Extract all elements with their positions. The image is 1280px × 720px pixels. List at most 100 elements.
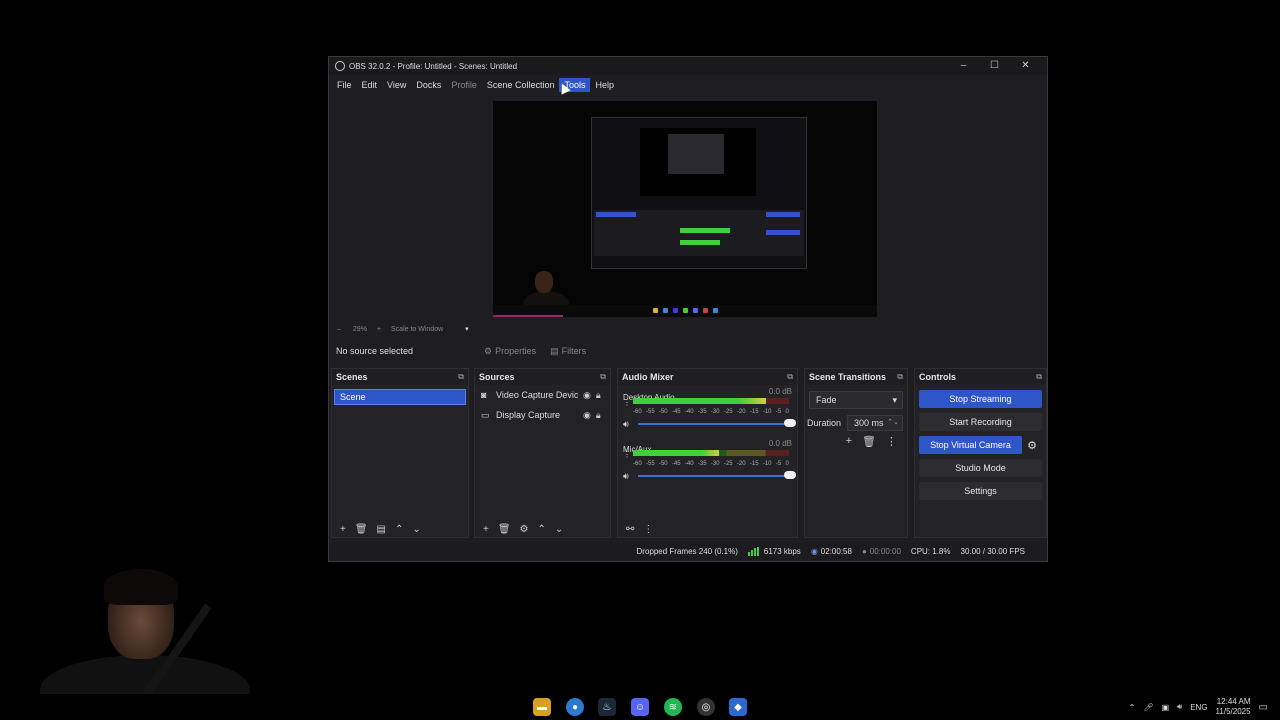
mixer-channel-desktop: Desktop Audio 0.0 dB ⋮ -60-55-50-45-40-3… bbox=[618, 385, 797, 437]
filters-button[interactable]: ▤ Filters bbox=[550, 346, 586, 357]
chrome-icon[interactable]: ● bbox=[566, 698, 584, 716]
person-hair bbox=[104, 569, 178, 605]
controls-dock: Controls ⧉ Stop Streaming Start Recordin… bbox=[914, 368, 1047, 538]
undock-icon[interactable]: ⧉ bbox=[1036, 372, 1042, 382]
undock-icon[interactable]: ⧉ bbox=[600, 372, 606, 382]
menu-docks[interactable]: Docks bbox=[411, 78, 446, 92]
speaker-icon[interactable]: 🔊︎ bbox=[623, 471, 629, 482]
scene-item[interactable]: Scene bbox=[334, 389, 466, 405]
speaker-icon[interactable]: 🔊︎ bbox=[623, 419, 629, 430]
filters-label: Filters bbox=[561, 346, 587, 356]
channel-menu-icon[interactable]: ⋮ bbox=[623, 398, 631, 407]
gear-icon[interactable]: ⚙ bbox=[520, 524, 529, 535]
spotify-icon[interactable]: ≋ bbox=[664, 698, 682, 716]
menu-edit[interactable]: Edit bbox=[357, 78, 383, 92]
filter-icon[interactable]: ▤ bbox=[377, 524, 386, 535]
properties-button[interactable]: ⚙ Properties bbox=[484, 346, 536, 357]
meter-ticks: -60 -55 -50 -45 -40 -35 -30 -25 -20 -15 -10 -5 0 bbox=[633, 409, 789, 415]
undock-icon[interactable]: ⧉ bbox=[787, 372, 793, 382]
menu-scene-collection[interactable]: Scene Collection bbox=[482, 78, 560, 92]
lock-icon[interactable]: 🔒︎ bbox=[596, 390, 601, 401]
stop-virtual-camera-button[interactable]: Stop Virtual Camera bbox=[919, 436, 1022, 454]
add-icon[interactable]: + bbox=[340, 524, 346, 535]
camera-icon: ◙ bbox=[481, 390, 487, 400]
eye-icon[interactable]: ◉ bbox=[583, 410, 591, 421]
trash-icon[interactable]: 🗑︎ bbox=[498, 524, 511, 535]
source-row[interactable]: ▭ Display Capture ◉ 🔒︎ bbox=[475, 405, 610, 425]
settings-button[interactable]: Settings bbox=[919, 482, 1042, 500]
window-controls: – ☐ ✕ bbox=[948, 57, 1041, 74]
add-transition-icon[interactable]: + bbox=[846, 435, 852, 448]
clock[interactable]: 12:44 AM 11/5/2025 bbox=[1216, 697, 1251, 717]
volume-slider[interactable] bbox=[638, 423, 788, 425]
gear-icon[interactable]: ⚙ bbox=[1022, 439, 1042, 452]
source-row[interactable]: ◙ Video Capture Devic ◉ 🔒︎ bbox=[475, 385, 610, 405]
notification-icon[interactable]: ▭ bbox=[1259, 702, 1268, 713]
chevron-up-icon[interactable]: ⌃ bbox=[1129, 703, 1136, 712]
move-up-icon[interactable]: ⌃ bbox=[395, 524, 403, 535]
obs-taskbar-icon[interactable]: ◎ bbox=[697, 698, 715, 716]
menu-file[interactable]: File bbox=[332, 78, 357, 92]
menu-view[interactable]: View bbox=[382, 78, 411, 92]
lock-icon[interactable]: 🔒︎ bbox=[596, 410, 601, 421]
preview-canvas[interactable] bbox=[493, 101, 877, 317]
maximize-button[interactable]: ☐ bbox=[979, 57, 1010, 74]
steam-icon[interactable]: ♨ bbox=[598, 698, 616, 716]
menu-profile[interactable]: Profile bbox=[446, 78, 482, 92]
undock-icon[interactable]: ⧉ bbox=[458, 372, 464, 382]
signal-icon bbox=[747, 546, 760, 556]
trash-icon[interactable]: 🗑︎ bbox=[355, 524, 368, 535]
move-down-icon[interactable]: ⌄ bbox=[412, 524, 420, 535]
nested-screen-capture bbox=[591, 117, 807, 269]
channel-menu-icon[interactable]: ⋮ bbox=[623, 450, 631, 459]
monitor-icon: ▭ bbox=[481, 409, 490, 420]
menu-help[interactable]: Help bbox=[590, 78, 619, 92]
minimize-button[interactable]: – bbox=[948, 57, 979, 74]
advanced-audio-icon[interactable]: ⚯ bbox=[626, 524, 634, 535]
studio-mode-button[interactable]: Studio Mode bbox=[919, 459, 1042, 477]
volume-slider-knob[interactable] bbox=[784, 471, 796, 479]
move-up-icon[interactable]: ⌃ bbox=[538, 524, 546, 535]
stop-streaming-button[interactable]: Stop Streaming bbox=[919, 390, 1042, 408]
network-icon[interactable]: ▣ bbox=[1162, 703, 1170, 712]
virtual-camera-row: Stop Virtual Camera ⚙ bbox=[919, 436, 1042, 454]
microphone-icon[interactable]: 🎤︎ bbox=[1143, 703, 1153, 712]
zoom-mode[interactable]: Scale to Window bbox=[391, 326, 443, 333]
volume-slider-knob[interactable] bbox=[784, 419, 796, 427]
discord-icon[interactable]: ☺ bbox=[631, 698, 649, 716]
transitions-title: Scene Transitions bbox=[809, 372, 887, 382]
close-button[interactable]: ✕ bbox=[1010, 57, 1041, 74]
mixer-header: Audio Mixer ⧉ bbox=[618, 369, 797, 385]
zoom-mode-dropdown-icon[interactable]: ▾ bbox=[465, 325, 469, 333]
scenes-title: Scenes bbox=[336, 372, 368, 382]
transition-buttons: + 🗑︎ ⋮ bbox=[805, 435, 907, 448]
mixer-title: Audio Mixer bbox=[622, 372, 674, 382]
zoom-out-button[interactable]: – bbox=[337, 326, 341, 333]
language-indicator[interactable]: ENG bbox=[1190, 703, 1207, 712]
folder-icon[interactable]: ▬ bbox=[533, 698, 551, 716]
nested-preview bbox=[640, 128, 756, 196]
app-icon[interactable]: ◆ bbox=[729, 698, 747, 716]
gear-icon: ⚙ bbox=[484, 345, 493, 356]
more-options-icon[interactable]: ⋮ bbox=[886, 435, 897, 448]
duration-input[interactable]: 300 ms bbox=[847, 415, 904, 431]
more-options-icon[interactable]: ⋮ bbox=[643, 524, 653, 535]
title-bar[interactable]: OBS 32.0.2 - Profile: Untitled - Scenes:… bbox=[329, 57, 1047, 75]
speaker-icon[interactable]: 🔊︎ bbox=[1177, 702, 1182, 712]
eye-icon[interactable]: ◉ bbox=[583, 390, 591, 401]
transition-select[interactable]: Fade bbox=[809, 391, 903, 409]
start-recording-button[interactable]: Start Recording bbox=[919, 413, 1042, 431]
audio-mixer-dock: Audio Mixer ⧉ Desktop Audio 0.0 dB ⋮ -60… bbox=[617, 368, 798, 538]
volume-slider[interactable] bbox=[638, 475, 788, 477]
zoom-in-button[interactable]: + bbox=[377, 326, 381, 333]
undock-icon[interactable]: ⧉ bbox=[897, 372, 903, 382]
source-toolbar: No source selected ⚙ Properties ▤ Filters bbox=[331, 341, 1045, 361]
add-icon[interactable]: + bbox=[483, 524, 489, 535]
trash-icon[interactable]: 🗑︎ bbox=[862, 435, 876, 448]
mixer-footer: ⚯ ⋮ bbox=[617, 519, 653, 539]
preview-area[interactable] bbox=[331, 95, 1045, 321]
move-down-icon[interactable]: ⌄ bbox=[555, 524, 563, 535]
record-icon: ● bbox=[861, 546, 867, 556]
controls-title: Controls bbox=[919, 372, 956, 382]
zoom-bar: – 29% + Scale to Window ▾ bbox=[331, 323, 1045, 335]
